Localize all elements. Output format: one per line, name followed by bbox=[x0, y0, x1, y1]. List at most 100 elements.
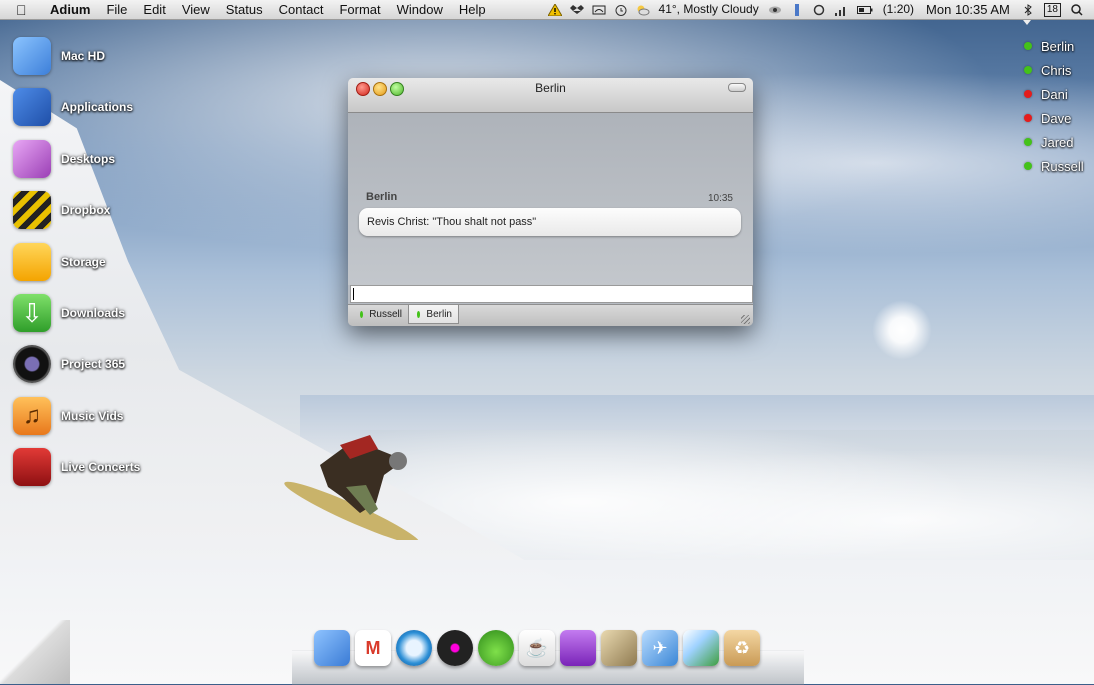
status-dot-icon bbox=[1024, 114, 1032, 122]
memory-meter-icon[interactable] bbox=[790, 3, 804, 16]
menu-window[interactable]: Window bbox=[389, 0, 451, 19]
calendar-icon[interactable]: 18 bbox=[1043, 2, 1061, 17]
desktop-icon-label: Desktops bbox=[61, 152, 116, 166]
desktop-icon-label: Dropbox bbox=[61, 203, 111, 217]
buddy-name: Jared bbox=[1041, 134, 1074, 150]
finder-icon[interactable] bbox=[314, 630, 350, 666]
status-dot-icon bbox=[417, 310, 421, 318]
menu-format[interactable]: Format bbox=[331, 0, 388, 19]
battery-icon[interactable] bbox=[856, 4, 874, 16]
mail-stamp-icon[interactable]: ✈ bbox=[642, 630, 678, 666]
trash-box-icon[interactable]: ♻ bbox=[724, 630, 760, 666]
tab-russell[interactable]: Russell bbox=[352, 305, 408, 324]
apple-menu-icon[interactable]:  bbox=[16, 2, 38, 18]
itunes-icon[interactable] bbox=[437, 630, 473, 666]
buddy-jared[interactable]: Jared bbox=[1024, 130, 1084, 154]
menu-help[interactable]: Help bbox=[451, 0, 494, 19]
status-dot-icon bbox=[1024, 42, 1032, 50]
desktops-icon bbox=[13, 140, 51, 178]
tab-label: Russell bbox=[369, 309, 402, 320]
safari-compass-icon[interactable] bbox=[396, 630, 432, 666]
bluetooth-icon[interactable] bbox=[1021, 3, 1035, 16]
buddy-list-caret-icon[interactable] bbox=[1023, 20, 1031, 25]
status-dot-icon bbox=[360, 311, 364, 318]
weather-cloud-icon[interactable] bbox=[636, 4, 650, 16]
desktop-icon-mac-hd[interactable]: Mac HD bbox=[13, 34, 173, 78]
desktop-icon-applications[interactable]: Applications bbox=[13, 85, 173, 129]
photo-slides-icon[interactable] bbox=[601, 630, 637, 666]
desktop-icon-desktops[interactable]: Desktops bbox=[13, 137, 173, 181]
coffee-cup-icon[interactable]: ☕ bbox=[519, 630, 555, 666]
tab-label: Berlin bbox=[426, 308, 452, 320]
adium-duck-icon[interactable] bbox=[478, 630, 514, 666]
buddy-list: Berlin Chris Dani Dave Jared Russell bbox=[1024, 34, 1084, 178]
toolbar-toggle-button[interactable] bbox=[728, 83, 746, 92]
menu-clock[interactable]: Mon 10:35 AM bbox=[919, 0, 1017, 19]
warning-icon[interactable] bbox=[547, 3, 562, 16]
weather-text[interactable]: 41°, Mostly Cloudy bbox=[654, 0, 764, 19]
alarm-clock-icon[interactable] bbox=[614, 4, 628, 16]
text-caret bbox=[353, 288, 354, 300]
desktop-icon-storage[interactable]: Storage bbox=[13, 240, 173, 284]
desktop-icon-label: Downloads bbox=[61, 306, 126, 320]
buddy-dave[interactable]: Dave bbox=[1024, 106, 1084, 130]
menu-view[interactable]: View bbox=[174, 0, 218, 19]
dropbox-stripes-icon bbox=[13, 191, 51, 229]
wifi-sharing-icon[interactable] bbox=[592, 4, 606, 16]
wallpaper-page-curl bbox=[0, 620, 70, 684]
battery-time[interactable]: (1:20) bbox=[878, 0, 919, 19]
desktop-icon-live-concerts[interactable]: Live Concerts bbox=[13, 445, 173, 489]
status-dot-icon bbox=[1024, 138, 1032, 146]
menu-file[interactable]: File bbox=[98, 0, 135, 19]
desktop-icon-label: Storage bbox=[61, 255, 106, 269]
message-input[interactable] bbox=[350, 285, 753, 303]
resize-grip-icon[interactable] bbox=[741, 315, 750, 324]
desktop-icon-label: Mac HD bbox=[61, 49, 106, 63]
desktop-icon-dropbox[interactable]: Dropbox bbox=[13, 188, 173, 232]
desktop-icon-music-vids[interactable]: ♫ Music Vids bbox=[13, 394, 173, 438]
buddy-dani[interactable]: Dani bbox=[1024, 82, 1084, 106]
buddy-chris[interactable]: Chris bbox=[1024, 58, 1084, 82]
drive-icon bbox=[13, 243, 51, 281]
tab-berlin[interactable]: Berlin bbox=[408, 305, 459, 324]
app-store-icon bbox=[13, 88, 51, 126]
camera-lens-icon bbox=[13, 345, 51, 383]
status-dot-icon bbox=[1024, 90, 1032, 98]
buddy-name: Chris bbox=[1041, 62, 1072, 78]
chat-tab-bar: Russell Berlin bbox=[348, 304, 753, 326]
finder-icon bbox=[13, 37, 51, 75]
buddy-berlin[interactable]: Berlin bbox=[1024, 34, 1084, 58]
spotlight-search-icon[interactable] bbox=[1070, 3, 1084, 16]
menu-contact[interactable]: Contact bbox=[271, 0, 332, 19]
dropbox-menu-icon[interactable] bbox=[569, 4, 584, 16]
chat-window: Berlin Berlin 10:35 Revis Christ: "Thou … bbox=[348, 78, 753, 326]
chat-transcript[interactable]: Berlin 10:35 Revis Christ: "Thou shalt n… bbox=[348, 113, 753, 285]
desktop-icon-label: Music Vids bbox=[61, 409, 124, 423]
menu-app-adium[interactable]: Adium bbox=[42, 0, 98, 19]
chat-titlebar[interactable]: Berlin bbox=[348, 78, 753, 113]
preview-icon[interactable] bbox=[683, 630, 719, 666]
menu-status[interactable]: Status bbox=[218, 0, 271, 19]
buddy-russell[interactable]: Russell bbox=[1024, 154, 1084, 178]
status-dot-icon bbox=[1024, 162, 1032, 170]
desktop-icon-label: Applications bbox=[61, 100, 134, 114]
gmail-icon[interactable]: M bbox=[355, 630, 391, 666]
stage-icon bbox=[13, 448, 51, 486]
message-sender: Berlin bbox=[366, 191, 398, 203]
desktop-icon-label: Project 365 bbox=[61, 357, 126, 371]
music-note-icon: ♫ bbox=[13, 397, 51, 435]
desktop-icon-downloads[interactable]: ⇩ Downloads bbox=[13, 291, 173, 335]
dock: M ☕ ✈ ♻ bbox=[314, 630, 765, 674]
message-bubble: Revis Christ: "Thou shalt not pass" bbox=[359, 208, 741, 236]
status-dot-icon bbox=[1024, 66, 1032, 74]
menu-edit[interactable]: Edit bbox=[135, 0, 173, 19]
snowboarder-illustration bbox=[284, 435, 420, 540]
status-menu-area: 41°, Mostly Cloudy (1:20) Mon 10:35 AM 1… bbox=[544, 0, 1094, 19]
desktop-icon-project-365[interactable]: Project 365 bbox=[13, 342, 173, 386]
desktop-icon-label: Live Concerts bbox=[61, 460, 141, 474]
message-timestamp: 10:35 bbox=[707, 193, 733, 204]
sync-icon[interactable] bbox=[812, 4, 826, 16]
popsicle-icon[interactable] bbox=[560, 630, 596, 666]
eye-icon[interactable] bbox=[768, 4, 782, 16]
signal-bars-icon[interactable] bbox=[834, 4, 848, 16]
